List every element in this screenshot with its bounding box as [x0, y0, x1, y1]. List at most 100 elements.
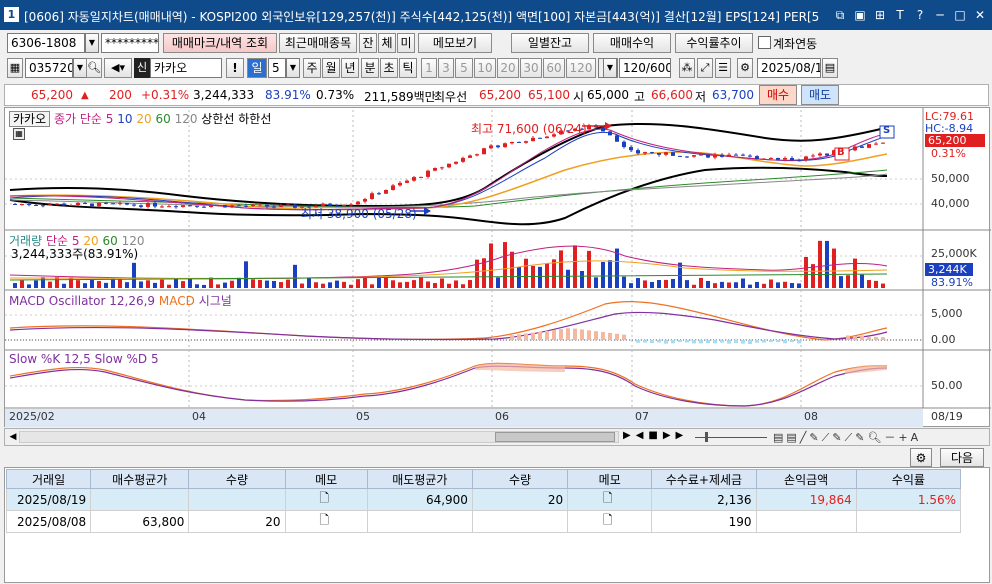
- next-button[interactable]: 다음: [940, 448, 984, 467]
- period-week-button[interactable]: 주: [303, 58, 321, 78]
- gear-icon[interactable]: ⚙: [737, 58, 753, 78]
- period-month-button[interactable]: 월: [322, 58, 340, 78]
- grid-toggle-icon[interactable]: ▦: [13, 128, 25, 140]
- tile-icon[interactable]: ⊞: [872, 7, 888, 23]
- ma-120: 120: [174, 112, 198, 126]
- scroll-thumb[interactable]: [495, 432, 615, 442]
- window-icon[interactable]: ▣: [852, 7, 868, 23]
- help-icon[interactable]: ?: [912, 7, 928, 23]
- zoom-slider-thumb[interactable]: [705, 432, 708, 442]
- scroll-left-icon[interactable]: ◀: [7, 430, 19, 444]
- sell-button[interactable]: 매도: [801, 85, 839, 105]
- account-number-field[interactable]: 6306-1808: [7, 33, 85, 53]
- macd-oscillator-bar: [594, 331, 598, 340]
- x-label-04: 04: [192, 410, 206, 423]
- cell-rate: 1.56%: [855, 488, 962, 511]
- stock-label[interactable]: 카카오: [9, 111, 51, 127]
- password-field[interactable]: *********: [101, 33, 159, 53]
- chart-scroll-bar[interactable]: ◀ ▶◀■▶▶ ▤▤╱✎⟋✎⟋✎🔍︎－+A: [4, 428, 990, 446]
- stock-code-dropdown[interactable]: ▼: [73, 58, 87, 78]
- candle-body: [671, 152, 675, 156]
- buy-button[interactable]: 매수: [759, 85, 797, 105]
- period-year-button[interactable]: 년: [341, 58, 359, 78]
- profit-trend-button[interactable]: 수익률추이: [675, 33, 753, 53]
- interval-10-button[interactable]: 10: [474, 58, 496, 78]
- chart-area[interactable]: 카카오 종가 단순 5 10 20 60 120 상한선 하한선 ▦ 최고 71…: [4, 107, 991, 427]
- memo-edit-icon[interactable]: 🗋: [567, 488, 653, 511]
- period-day-button[interactable]: 일: [247, 58, 267, 78]
- header-rate: 수익률: [855, 469, 962, 489]
- font-icon[interactable]: T: [892, 7, 908, 23]
- volume-bar: [307, 277, 311, 288]
- candle-body: [244, 205, 248, 207]
- volume-bar: [286, 279, 290, 288]
- stock-name-field[interactable]: 카카오: [150, 58, 222, 78]
- period-minute-button[interactable]: 분: [361, 58, 379, 78]
- macd-oscillator-bar: [671, 340, 675, 344]
- memo-icon[interactable]: 🗋: [284, 488, 368, 511]
- cell-pnl: 19,864: [755, 488, 857, 511]
- calendar-icon[interactable]: ▤: [822, 58, 838, 78]
- volume-bar: [776, 282, 780, 288]
- volume-bar: [195, 284, 199, 288]
- data-count-field[interactable]: 120/600: [619, 58, 671, 78]
- interval-20-button[interactable]: 20: [497, 58, 519, 78]
- chart-tools-icon[interactable]: ⤢: [697, 58, 713, 78]
- alert-button[interactable]: !: [226, 58, 244, 78]
- magnifier-icon[interactable]: 🔍︎: [86, 58, 102, 78]
- cell-sell-avg: [366, 510, 473, 533]
- candle-body: [776, 157, 780, 160]
- date-field[interactable]: 2025/08/19: [757, 58, 821, 78]
- close-icon[interactable]: ✕: [972, 7, 988, 23]
- account-link-checkbox[interactable]: [758, 36, 771, 49]
- volume-bar: [720, 281, 724, 288]
- candle-body: [489, 145, 493, 149]
- period-tick-button[interactable]: 틱: [399, 58, 417, 78]
- candle-body: [90, 203, 94, 207]
- interval-60-button[interactable]: 60: [543, 58, 565, 78]
- candle-body: [741, 154, 745, 156]
- memo-view-button[interactable]: 메모보기: [418, 33, 492, 53]
- interval-1-button[interactable]: 1: [421, 58, 437, 78]
- link-icon[interactable]: ⧉: [832, 7, 848, 23]
- trade-mark-query-button[interactable]: 매매마크/내역 조회: [163, 33, 277, 53]
- volume-bar: [839, 276, 843, 288]
- playback-controls[interactable]: ▶◀■▶▶: [623, 430, 688, 441]
- memo-edit-icon[interactable]: 🗋: [284, 510, 368, 533]
- interval-3-button[interactable]: 3: [438, 58, 454, 78]
- table-row[interactable]: 2025/08/19 🗋 64,900 20 🗋 2,136 19,864 1.…: [5, 488, 962, 511]
- table-row[interactable]: 2025/08/08 63,800 20 🗋 🗋 190: [5, 510, 962, 533]
- period-second-button[interactable]: 초: [380, 58, 398, 78]
- up-arrow-icon: ▲: [81, 90, 89, 101]
- minimize-icon[interactable]: ─: [932, 7, 948, 23]
- candle-body: [230, 205, 234, 208]
- drawing-tools[interactable]: ▤▤╱✎⟋✎⟋✎🔍︎－+A: [773, 429, 921, 445]
- sound-icon[interactable]: ◀▾: [104, 58, 132, 78]
- interval-120-button[interactable]: 120: [566, 58, 596, 78]
- interval-30-button[interactable]: 30: [520, 58, 542, 78]
- recent-stocks-button[interactable]: 최근매매종목: [279, 33, 357, 53]
- volume-bar: [153, 282, 157, 288]
- grid-settings-icon[interactable]: ⚙: [910, 448, 932, 467]
- macd-oscillator-bar: [573, 328, 577, 340]
- stock-search-icon[interactable]: ▦: [7, 58, 23, 78]
- period-number-dropdown[interactable]: ▼: [286, 58, 300, 78]
- trade-profit-button[interactable]: 매매수익: [593, 33, 671, 53]
- price-tag: 65,200: [925, 134, 985, 147]
- filled-button[interactable]: 체: [378, 33, 396, 53]
- indicator-settings-icon[interactable]: ⁂: [679, 58, 695, 78]
- maximize-icon[interactable]: □: [952, 7, 968, 23]
- cell-rate: [855, 510, 962, 533]
- account-dropdown-button[interactable]: ▼: [85, 33, 99, 53]
- interval-5-button[interactable]: 5: [455, 58, 473, 78]
- period-number-field[interactable]: 5: [268, 58, 286, 78]
- volume-bar: [265, 280, 269, 288]
- memo-icon[interactable]: 🗋: [567, 510, 653, 533]
- unfilled-button[interactable]: 미: [397, 33, 415, 53]
- stock-code-field[interactable]: 035720: [25, 58, 73, 78]
- balance-button[interactable]: 잔: [359, 33, 377, 53]
- daily-balance-button[interactable]: 일별잔고: [511, 33, 589, 53]
- volume-bar: [706, 280, 710, 288]
- custom-interval-dropdown[interactable]: ▼: [603, 58, 617, 78]
- config-list-icon[interactable]: ☰: [715, 58, 731, 78]
